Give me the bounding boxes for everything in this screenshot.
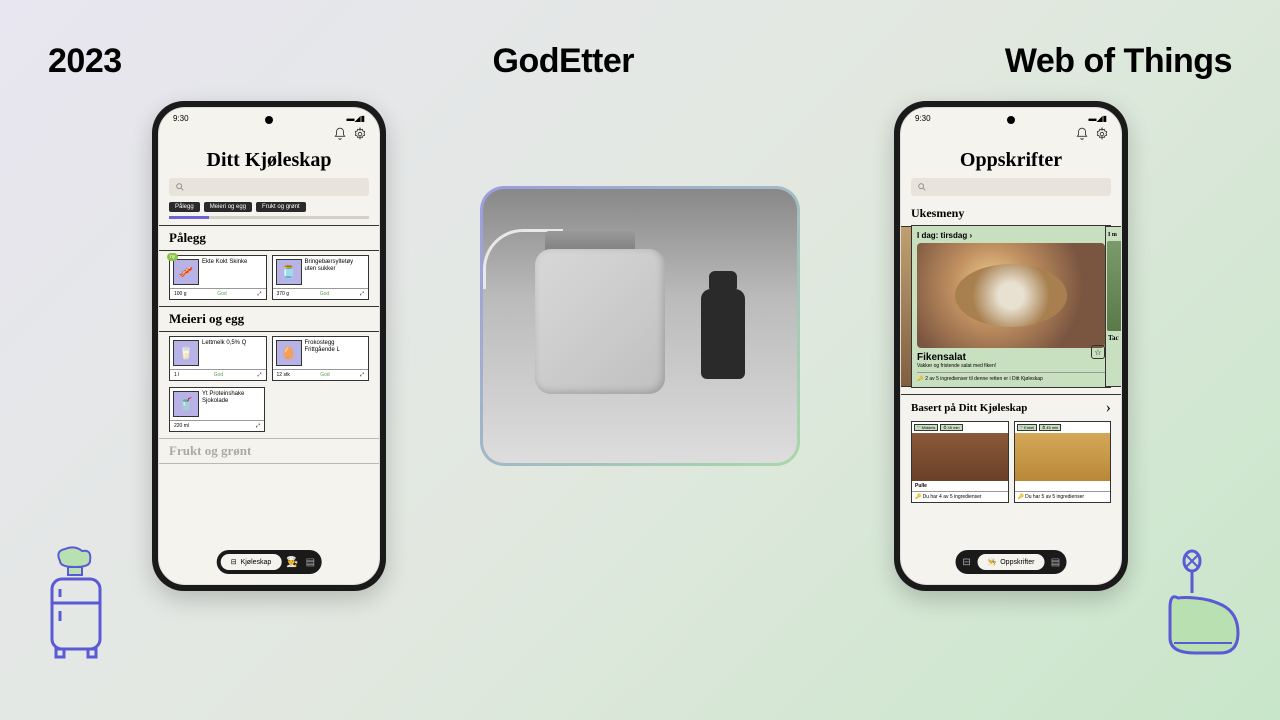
- new-badge: ny: [167, 253, 178, 261]
- recipe-card[interactable]: ♡ Middels⏱ 45 min Pulle 🔑 Du har 4 av 5 …: [911, 421, 1009, 503]
- year-label: 2023: [48, 42, 122, 81]
- search-input[interactable]: [911, 178, 1111, 196]
- bell-icon[interactable]: [333, 127, 347, 141]
- search-input[interactable]: [169, 178, 369, 196]
- item-card[interactable]: 🥚Frokostegg Frittgående L 12 stkGod⤢: [272, 336, 370, 381]
- phone-fridge-screen: 9:30▬◢▮ Ditt Kjøleskap Pålegg Meieri og …: [152, 101, 386, 591]
- bottom-nav: ⊟Kjøleskap 👨‍🍳 ▤: [217, 550, 322, 574]
- section-frukt: Frukt og grønt: [159, 438, 379, 464]
- gear-icon[interactable]: [1095, 127, 1109, 141]
- key-icon: 🔑: [917, 376, 923, 382]
- favorite-button[interactable]: ☆: [1091, 345, 1105, 359]
- recipe-image: [1015, 433, 1111, 481]
- nav-list[interactable]: ▤: [303, 555, 317, 569]
- recipe-image: [917, 243, 1105, 348]
- chef-icon: 👨‍🍳: [988, 558, 997, 566]
- recipe-card[interactable]: ♡ Enkel⏱ 45 min 🔑 Du har 5 av 5 ingredie…: [1014, 421, 1112, 503]
- expand-icon[interactable]: ⤢: [360, 372, 364, 378]
- section-based-on-fridge[interactable]: Basert på Ditt Kjøleskap›: [901, 394, 1121, 421]
- category-label: Web of Things: [1005, 42, 1232, 81]
- nav-recipes[interactable]: 👨‍🍳: [285, 555, 299, 569]
- section-meieri: Meieri og egg: [159, 306, 379, 332]
- chip-meieri[interactable]: Meieri og egg: [204, 202, 252, 212]
- page-title: Oppskrifter: [901, 145, 1121, 178]
- nav-recipes[interactable]: 👨‍🍳Oppskrifter: [978, 554, 1045, 570]
- device-photo: [480, 186, 800, 466]
- food-icon: 🫙: [276, 259, 302, 285]
- section-palegg: Pålegg: [159, 225, 379, 251]
- expand-icon[interactable]: ⤢: [257, 291, 261, 297]
- next-day-peek[interactable]: I m Tac: [1105, 226, 1122, 387]
- today-recipe-card[interactable]: I dag: tirsdag › Fikensalat Vakker og fr…: [911, 225, 1111, 388]
- fridge-chef-icon: [30, 543, 120, 663]
- nav-list[interactable]: ▤: [1048, 555, 1062, 569]
- chevron-right-icon: ›: [969, 231, 972, 240]
- nav-fridge[interactable]: ⊟Kjøleskap: [221, 554, 282, 570]
- food-icon: 🥓: [173, 259, 199, 285]
- food-icon: 🥛: [173, 340, 199, 366]
- recipe-image: [912, 433, 1008, 481]
- expand-icon[interactable]: ⤢: [360, 291, 364, 297]
- chip-frukt[interactable]: Frukt og grønt: [256, 202, 306, 212]
- gear-icon[interactable]: [353, 127, 367, 141]
- item-card[interactable]: ny 🥓Ekte Kokt Skinke 100 gGod⤢: [169, 255, 267, 300]
- fridge-icon: ⊟: [231, 558, 237, 566]
- nav-fridge[interactable]: ⊟: [960, 555, 974, 569]
- phone-recipes-screen: 9:30▬◢▮ Oppskrifter Ukesmeny I dag: tirs…: [894, 101, 1128, 591]
- bottom-nav: ⊟ 👨‍🍳Oppskrifter ▤: [956, 550, 1067, 574]
- food-icon: 🥤: [173, 391, 199, 417]
- item-card[interactable]: 🥛Lettmelk 0,5% Q 1 lGod⤢: [169, 336, 267, 381]
- item-card[interactable]: 🥤Yt Proteinshake Sjokolade 220 ml⤢: [169, 387, 265, 432]
- section-ukesmeny: Ukesmeny: [901, 202, 1121, 225]
- whisk-mitt-icon: [1150, 543, 1250, 663]
- food-icon: 🥚: [276, 340, 302, 366]
- category-chips: Pålegg Meieri og egg Frukt og grønt: [159, 202, 379, 212]
- page-title: Ditt Kjøleskap: [159, 145, 379, 178]
- expand-icon[interactable]: ⤢: [257, 372, 261, 378]
- chip-palegg[interactable]: Pålegg: [169, 202, 200, 212]
- slide-header: 2023 GodEtter Web of Things: [0, 0, 1280, 81]
- project-title: GodEtter: [493, 42, 634, 81]
- item-card[interactable]: 🫙Bringebærsyltetøy uten sukker 370 gGod⤢: [272, 255, 370, 300]
- bell-icon[interactable]: [1075, 127, 1089, 141]
- chevron-right-icon: ›: [1106, 399, 1111, 417]
